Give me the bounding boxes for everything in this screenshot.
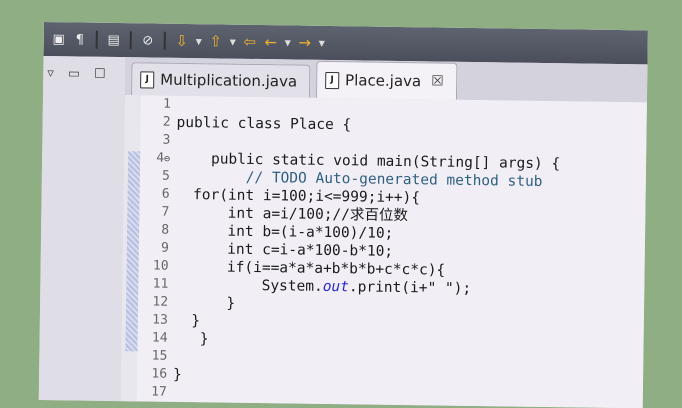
line-number: 9 <box>160 240 169 256</box>
back-icon[interactable]: ← <box>262 33 280 51</box>
line-number: 11 <box>152 276 169 292</box>
code-line-text: } <box>191 313 201 330</box>
code-line-text: for(int i=100;i<=999;i++){ <box>192 187 421 207</box>
close-icon[interactable]: ☒ <box>431 73 444 89</box>
tab-label: Place.java <box>344 71 422 91</box>
line-number: 14 <box>151 330 168 346</box>
forward-icon[interactable]: → <box>296 34 314 52</box>
line-number: 15 <box>151 348 168 364</box>
view-menu-icon[interactable]: ▿ <box>47 66 54 81</box>
code-line-text: } <box>226 295 236 312</box>
fold-icon[interactable]: ⊖ <box>164 154 170 165</box>
code-line-text: if(i==a*a*a+b*b*b+c*c*c){ <box>226 259 446 279</box>
code-line-text: public class Place { <box>176 114 352 134</box>
chevron-down-icon[interactable]: ▼ <box>317 34 327 52</box>
annotation-up-icon[interactable]: ⇧ <box>207 32 225 50</box>
search-icon[interactable]: ⊘ <box>139 31 157 49</box>
code-line-text: System.out.print(i+" "); <box>261 278 472 297</box>
line-number: 5 <box>161 168 170 184</box>
code-line-text: int a=i/100;//求百位数 <box>227 205 409 225</box>
line-number: 12 <box>152 294 169 310</box>
toolbar-separator <box>95 30 98 49</box>
line-number: 6 <box>161 186 170 202</box>
line-number: 17 <box>151 384 167 400</box>
code-line-text: int b=(i-a*100)/10; <box>227 223 394 242</box>
print-icon[interactable]: ▤ <box>105 31 123 49</box>
tab-label: Multiplication.java <box>160 70 298 91</box>
doc-icon[interactable]: ¶ <box>71 30 89 48</box>
chevron-down-icon[interactable]: ▼ <box>283 33 293 51</box>
code-editor[interactable]: 1 2 3 4⊖ 5 6 7 8 9 10 11 12 13 14 15 16 … <box>120 95 647 408</box>
line-number: 8 <box>161 222 170 238</box>
line-number-text: 4 <box>156 150 165 166</box>
java-file-icon: J <box>324 71 340 89</box>
maximize-icon[interactable]: ☐ <box>94 67 106 82</box>
line-number: 1 <box>162 96 171 112</box>
code-line-text: } <box>172 366 182 383</box>
line-number: 7 <box>161 204 170 220</box>
back-icon[interactable]: ⇦ <box>241 33 259 51</box>
line-number-gutter: 1 2 3 4⊖ 5 6 7 8 9 10 11 12 13 14 15 16 … <box>137 95 171 401</box>
code-text[interactable]: public class Place { public static void … <box>173 96 647 408</box>
save-icon[interactable]: ▣ <box>50 30 68 48</box>
chevron-down-icon[interactable]: ▼ <box>228 33 238 51</box>
line-number: 3 <box>162 132 171 148</box>
tab-place-java[interactable]: J Place.java ☒ <box>315 60 458 100</box>
code-line-text: } <box>199 331 209 348</box>
line-number: 10 <box>152 258 169 274</box>
line-number: 16 <box>151 366 168 382</box>
annotation-down-icon[interactable]: ⇩ <box>173 32 191 50</box>
tab-multiplication-java[interactable]: J Multiplication.java <box>130 62 311 98</box>
line-number: 4⊖ <box>140 149 170 167</box>
java-file-icon: J <box>140 70 155 89</box>
toolbar-separator <box>163 31 166 50</box>
line-number: 2 <box>162 114 171 130</box>
left-panel: ▿ ▭ ☐ <box>38 55 127 402</box>
minimize-icon[interactable]: ▭ <box>68 66 81 81</box>
line-number: 13 <box>152 312 168 328</box>
code-line-text: int c=i-a*100-b*10; <box>227 241 394 260</box>
toolbar-separator <box>129 31 132 50</box>
chevron-down-icon[interactable]: ▼ <box>194 32 204 50</box>
ide-window: ▣ ¶ ▤ ⊘ ⇩ ▼ ⇧ ▼ ⇦ ← ▼ → ▼ ▿ ▭ ☐ J Multip… <box>38 22 648 408</box>
